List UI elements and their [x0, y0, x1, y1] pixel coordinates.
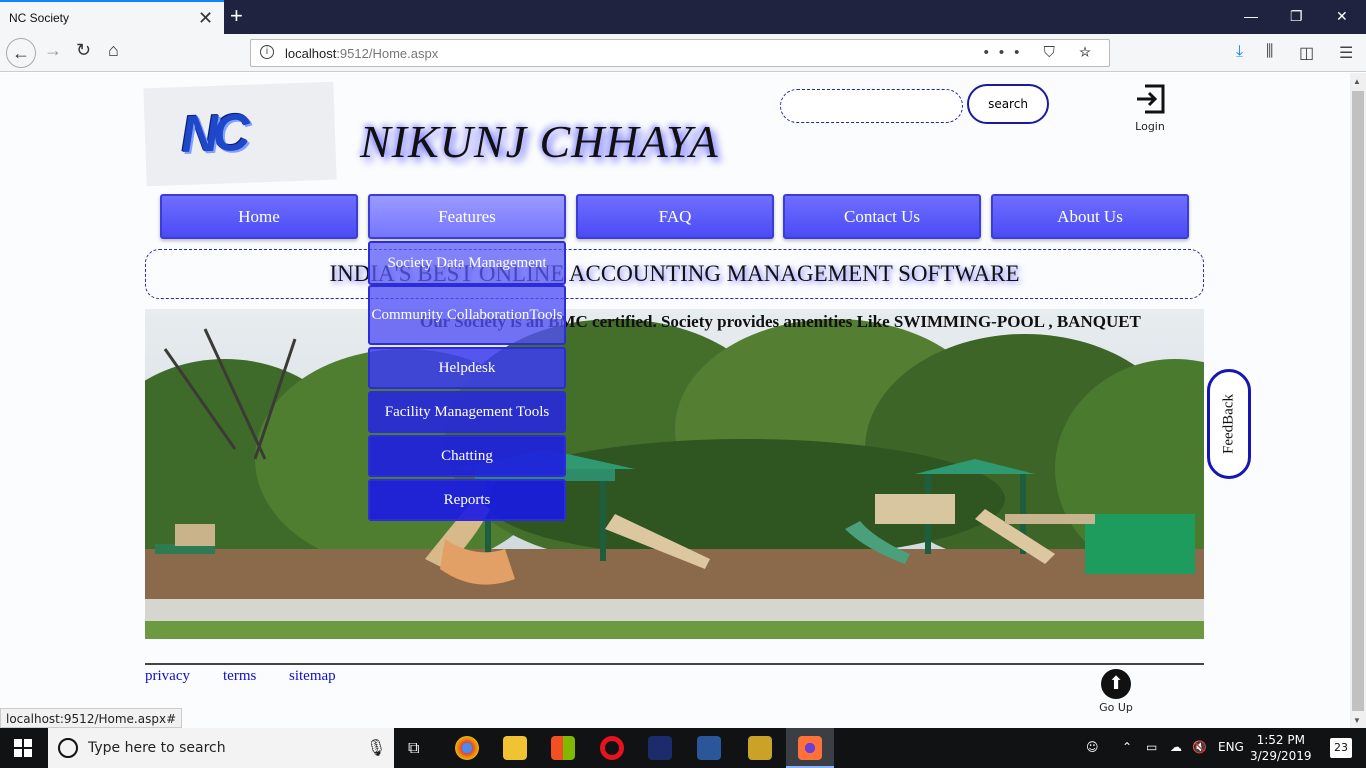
feedback-button[interactable]: FeedBack — [1207, 369, 1251, 479]
sidebar-icon[interactable]: ◫ — [1299, 43, 1314, 63]
word-icon[interactable] — [697, 736, 721, 760]
people-icon[interactable]: ☺ — [1086, 740, 1099, 754]
window-close-icon[interactable]: ✕ — [1336, 8, 1348, 25]
restore-icon[interactable]: ❐ — [1290, 8, 1303, 25]
footer-link-privacy[interactable]: privacy — [145, 668, 190, 685]
dropdown-society-data-management[interactable]: Society Data Management — [368, 241, 566, 285]
login-icon — [1137, 84, 1165, 114]
tagline-banner: INDIA'S BEST ONLINE ACCOUNTING MANAGEMEN… — [145, 249, 1204, 299]
nav-home[interactable]: Home — [160, 194, 358, 239]
menu-icon[interactable]: ☰ — [1339, 43, 1353, 63]
windows-start-icon[interactable] — [14, 739, 32, 757]
nav-features[interactable]: Features — [368, 194, 566, 239]
hero-image-playground — [145, 309, 1204, 639]
browser-tab-strip: NC Society ✕ + — ❐ ✕ — [0, 0, 1366, 34]
logo-text: NC — [179, 103, 246, 165]
arrow-up-icon: ⬆ — [1101, 669, 1131, 699]
dropdown-helpdesk[interactable]: Helpdesk — [368, 347, 566, 389]
tools-app-icon[interactable] — [748, 736, 772, 760]
home-icon[interactable]: ⌂ — [108, 40, 119, 61]
site-logo[interactable]: NC — [143, 81, 337, 187]
battery-icon[interactable]: ▭ — [1146, 740, 1157, 754]
url-bar[interactable]: i localhost:9512/Home.aspx ••• ⛉ ☆ — [250, 39, 1110, 67]
login-button[interactable]: Login — [1126, 83, 1174, 133]
page-actions-icon[interactable]: ••• ⛉ ☆ — [984, 44, 1101, 61]
url-text: localhost:9512/Home.aspx — [285, 46, 439, 61]
task-view-icon[interactable]: ⧉ — [408, 738, 419, 758]
browser-tab[interactable]: NC Society ✕ — [0, 0, 224, 34]
scroll-up-icon[interactable]: ▲ — [1353, 77, 1361, 86]
taskbar-search-box[interactable]: Type here to search 🎙 — [48, 728, 394, 768]
firefox-icon — [798, 736, 822, 760]
dropdown-community-collaboration-tools[interactable]: Community CollaborationTools — [368, 285, 566, 345]
taskbar-clock[interactable]: 1:52 PM 3/29/2019 — [1250, 732, 1312, 764]
browser-toolbar: ← → ↻ ⌂ i localhost:9512/Home.aspx ••• ⛉… — [0, 34, 1366, 72]
microphone-icon[interactable]: 🎙 — [366, 738, 386, 758]
page-viewport: NC NIKUNJ CHHAYA search Login Home Featu… — [0, 73, 1350, 728]
playground-illustration — [145, 309, 1204, 639]
clock-time: 1:52 PM — [1256, 733, 1305, 747]
feedback-label: FeedBack — [1220, 394, 1237, 454]
minimize-icon[interactable]: — — [1244, 8, 1258, 24]
brand-title: NIKUNJ CHHAYA — [360, 116, 719, 167]
notification-center-badge[interactable]: 23 — [1330, 738, 1352, 758]
tab-title: NC Society — [9, 11, 70, 25]
nav-faq[interactable]: FAQ — [576, 194, 774, 239]
search-button[interactable]: search — [967, 84, 1049, 124]
network-icon[interactable]: ☁ — [1170, 740, 1182, 754]
close-tab-icon[interactable]: ✕ — [198, 8, 213, 29]
footer-link-terms[interactable]: terms — [223, 668, 256, 685]
nav-contact-us[interactable]: Contact Us — [783, 194, 981, 239]
show-hidden-icons-icon[interactable]: ⌃ — [1122, 740, 1132, 754]
scroll-thumb[interactable] — [1352, 91, 1364, 711]
go-up-button[interactable]: ⬆ Go Up — [1098, 669, 1134, 714]
forward-icon[interactable]: → — [44, 40, 62, 61]
reload-icon[interactable]: ↻ — [76, 40, 91, 61]
go-up-label: Go Up — [1099, 701, 1133, 714]
nav-about-us[interactable]: About Us — [991, 194, 1189, 239]
page-scrollbar[interactable]: ▲ ▼ — [1350, 73, 1366, 728]
cortana-icon — [58, 738, 78, 758]
volume-muted-icon[interactable]: 🔇 — [1192, 740, 1207, 754]
scroll-down-icon[interactable]: ▼ — [1353, 716, 1361, 725]
dropdown-reports[interactable]: Reports — [368, 479, 566, 521]
back-icon[interactable]: ← — [6, 38, 36, 68]
footer-link-sitemap[interactable]: sitemap — [289, 668, 336, 685]
chrome-icon[interactable] — [455, 736, 479, 760]
file-explorer-icon[interactable] — [503, 736, 527, 760]
windows-taskbar: Type here to search 🎙 ⧉ ☺ ⌃ ▭ ☁ 🔇 ENG 1:… — [0, 728, 1366, 768]
dropdown-facility-management-tools[interactable]: Facility Management Tools — [368, 391, 566, 433]
download-icon[interactable]: ⤓ — [1236, 43, 1243, 61]
search-input[interactable] — [780, 89, 963, 123]
taskbar-search-placeholder: Type here to search — [88, 740, 226, 756]
site-info-icon[interactable]: i — [260, 45, 274, 59]
library-icon[interactable]: ⫼ — [1266, 43, 1273, 61]
store-icon[interactable] — [551, 736, 575, 760]
new-tab-icon[interactable]: + — [230, 3, 243, 29]
language-indicator[interactable]: ENG — [1218, 740, 1244, 754]
clock-date: 3/29/2019 — [1250, 749, 1312, 763]
dropdown-chatting[interactable]: Chatting — [368, 435, 566, 477]
login-label: Login — [1135, 120, 1165, 133]
infinity-app-icon[interactable] — [648, 736, 672, 760]
footer-divider — [145, 663, 1204, 665]
firefox-taskbar-button[interactable] — [786, 728, 834, 768]
link-status-bar: localhost:9512/Home.aspx# — [0, 708, 183, 728]
opera-icon[interactable] — [600, 736, 624, 760]
